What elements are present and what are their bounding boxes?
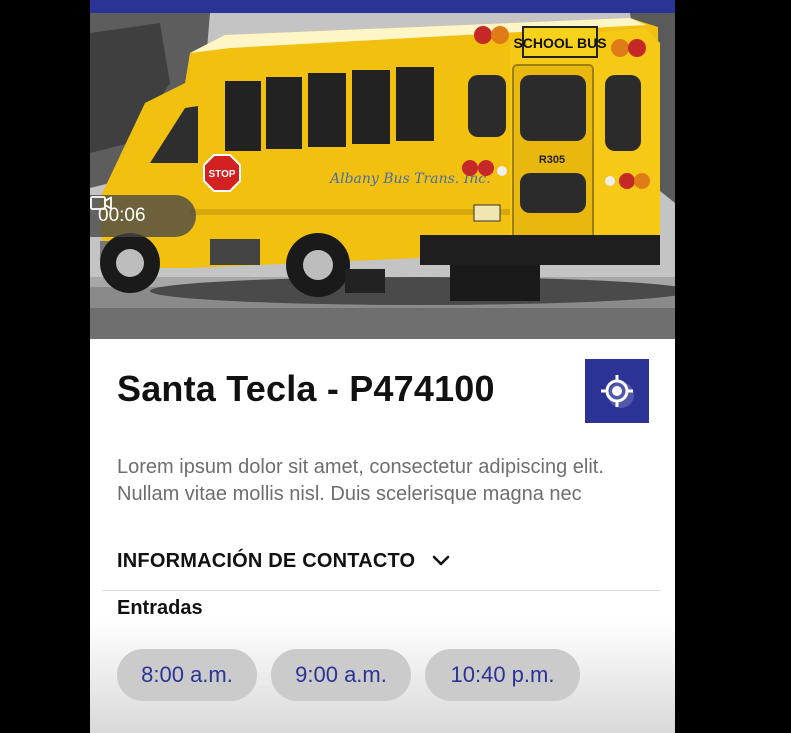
entry-time-chip[interactable]: 10:40 p.m.: [425, 649, 580, 701]
contact-info-label: INFORMACIÓN DE CONTACTO: [117, 549, 416, 572]
stop-description: Lorem ipsum dolor sit amet, consectetur …: [117, 456, 604, 505]
top-app-bar: [90, 0, 675, 13]
svg-text:STOP: STOP: [208, 169, 235, 180]
app-screen: SCHOOL BUS STOP Albany Bus Trans. Inc. R…: [90, 0, 675, 733]
entry-time-chip[interactable]: 9:00 a.m.: [271, 649, 411, 701]
chevron-down-icon: [432, 555, 450, 566]
gps-locate-icon: [601, 375, 634, 408]
bus-video-thumbnail[interactable]: SCHOOL BUS STOP Albany Bus Trans. Inc. R…: [90, 13, 675, 339]
svg-text:SCHOOL BUS: SCHOOL BUS: [513, 35, 606, 51]
entry-time-chip[interactable]: 8:00 a.m.: [117, 649, 257, 701]
divider: [102, 590, 661, 591]
video-duration-badge: 00:06: [90, 195, 196, 237]
video-camera-icon: [90, 196, 112, 210]
entries-label: Entradas: [117, 597, 203, 619]
contact-info-toggle[interactable]: INFORMACIÓN DE CONTACTO: [117, 546, 451, 576]
school-bus-image: SCHOOL BUS STOP Albany Bus Trans. Inc. R…: [90, 13, 675, 339]
locate-button[interactable]: [585, 359, 649, 423]
entry-times-list: 8:00 a.m. 9:00 a.m. 10:40 p.m.: [117, 649, 580, 701]
svg-text:R305: R305: [539, 154, 565, 166]
stop-title: Santa Tecla - P474100: [117, 368, 495, 409]
